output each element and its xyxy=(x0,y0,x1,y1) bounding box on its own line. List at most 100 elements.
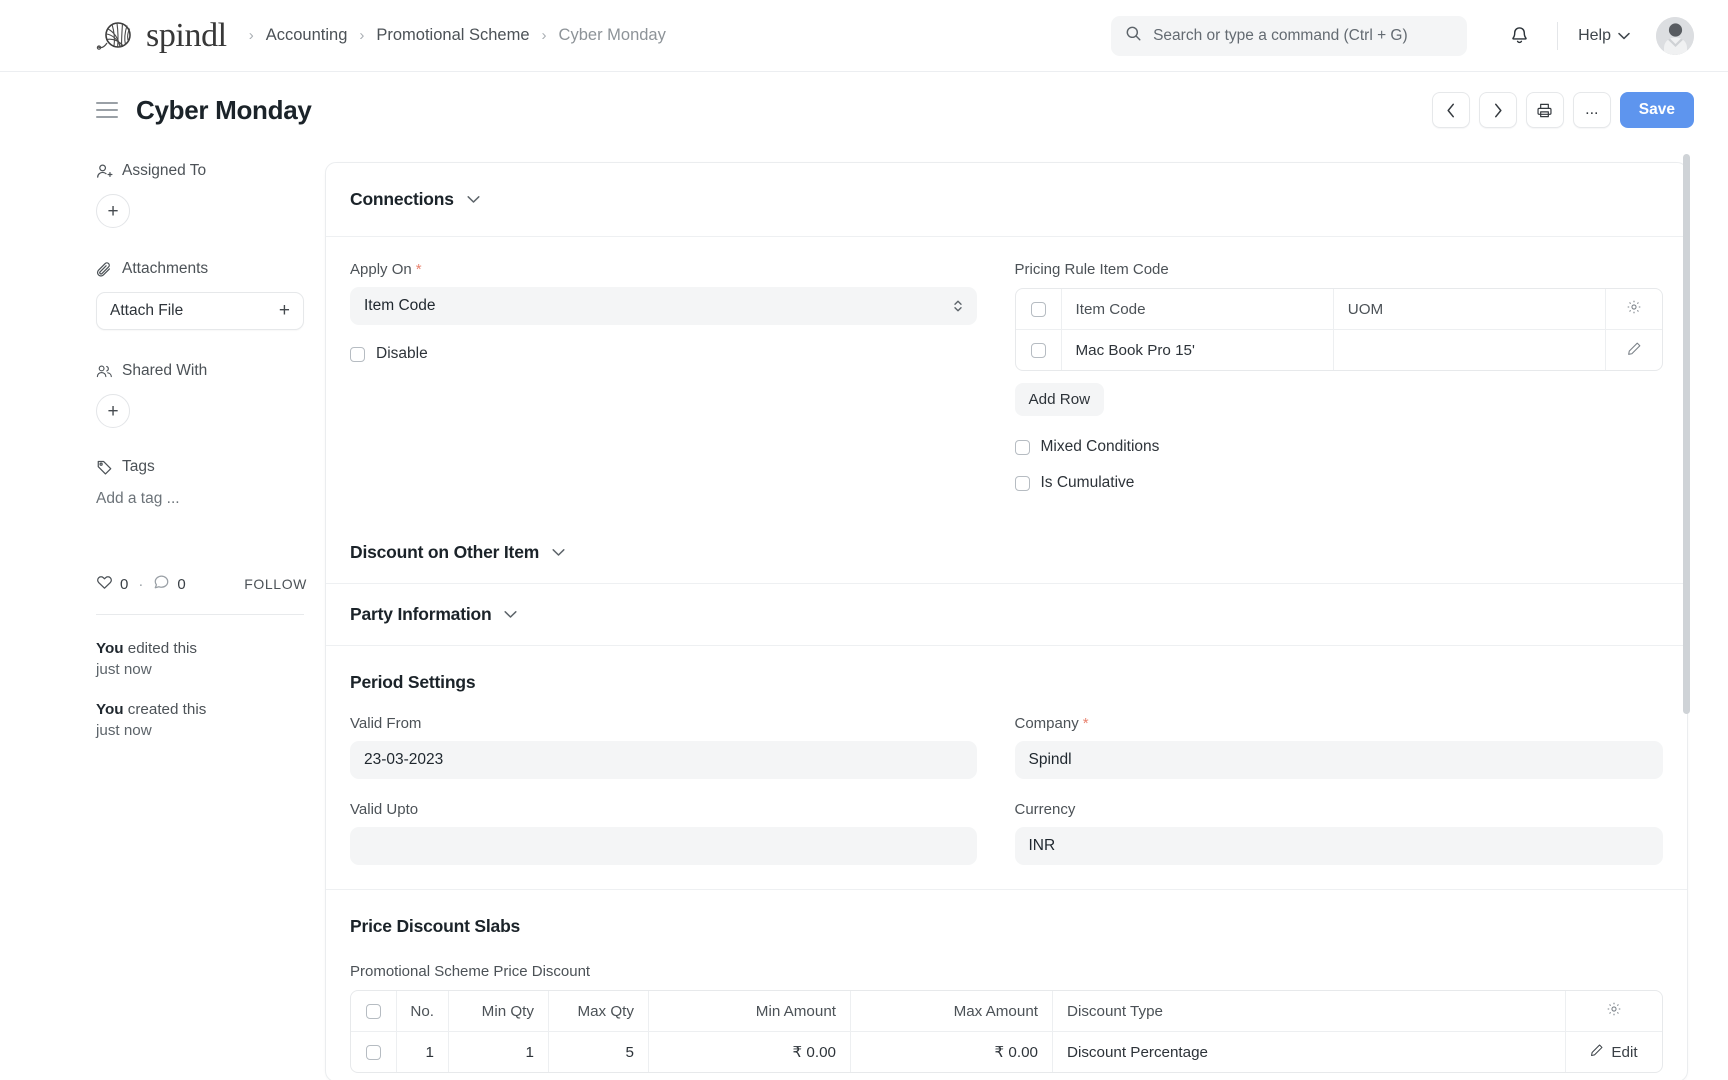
prev-button[interactable] xyxy=(1431,92,1470,128)
chevron-down-icon xyxy=(552,548,565,557)
activity-time: just now xyxy=(96,660,152,678)
is-cumulative-checkbox[interactable] xyxy=(1014,475,1030,491)
select-all-checkbox[interactable] xyxy=(1030,301,1046,317)
add-row-button[interactable]: Add Row xyxy=(1014,383,1105,416)
pricing-rule-item-code-label: Pricing Rule Item Code xyxy=(1014,261,1169,278)
table-header-row: No. Min Qty Max Qty Min Amount Max Amoun… xyxy=(351,991,1662,1031)
assigned-to-label: Assigned To xyxy=(96,162,325,180)
grid-settings-button[interactable] xyxy=(1566,991,1662,1031)
pencil-icon xyxy=(1590,1043,1604,1061)
add-tag-input[interactable]: Add a tag ... xyxy=(96,490,325,508)
scrollbar-thumb[interactable] xyxy=(1683,154,1690,714)
save-button[interactable]: Save xyxy=(1619,92,1694,128)
mixed-conditions-checkbox[interactable] xyxy=(1014,439,1030,455)
price-discount-grid: No. Min Qty Max Qty Min Amount Max Amoun… xyxy=(350,990,1663,1073)
valid-from-input[interactable]: 23-03-2023 xyxy=(350,741,977,779)
section-connections-header[interactable]: Connections xyxy=(326,163,1687,237)
paperclip-icon xyxy=(96,261,113,278)
company-input[interactable]: Spindl xyxy=(1014,741,1663,779)
disable-checkbox[interactable] xyxy=(350,346,365,362)
pricing-rule-item-code-grid: Item Code UOM Mac Book Pro 15' xyxy=(1014,288,1663,371)
gear-icon xyxy=(1626,299,1642,319)
cell-discount-type[interactable]: Discount Percentage xyxy=(1053,1032,1566,1072)
row-select-cell[interactable] xyxy=(351,1032,397,1072)
section-title-period-settings: Period Settings xyxy=(350,672,476,692)
form-card: Connections Apply On * Item Code Disable… xyxy=(325,162,1688,1080)
next-button[interactable] xyxy=(1478,92,1517,128)
row-edit-button[interactable]: Edit xyxy=(1566,1032,1662,1072)
column-header-no: No. xyxy=(397,991,449,1031)
page-scrollbar[interactable] xyxy=(1682,148,1690,1080)
cell-min-qty[interactable]: 1 xyxy=(449,1032,549,1072)
brand-logo[interactable]: spindl xyxy=(96,18,227,53)
table-row[interactable]: 1 1 5 ₹ 0.00 ₹ 0.00 Discount Percentage xyxy=(351,1031,1662,1072)
section-party-information[interactable]: Party Information xyxy=(326,584,1687,646)
like-count: 0 xyxy=(120,575,129,593)
is-cumulative-label: Is Cumulative xyxy=(1040,474,1135,491)
global-search[interactable] xyxy=(1111,15,1468,56)
select-all-checkbox[interactable] xyxy=(366,1003,381,1019)
comment-icon[interactable] xyxy=(153,574,170,594)
sidebar-toggle-icon[interactable] xyxy=(96,102,118,118)
cell-max-qty[interactable]: 5 xyxy=(549,1032,649,1072)
cell-item-code[interactable]: Mac Book Pro 15' xyxy=(1062,330,1334,370)
currency-input[interactable]: INR xyxy=(1014,827,1663,865)
print-icon[interactable] xyxy=(1525,92,1564,128)
row-edit-label: Edit xyxy=(1611,1043,1638,1061)
is-cumulative-row[interactable]: Is Cumulative xyxy=(1014,474,1664,492)
attach-file-button[interactable]: Attach File + xyxy=(96,292,304,330)
valid-upto-input[interactable] xyxy=(350,827,977,865)
column-header-uom: UOM xyxy=(1334,289,1606,329)
breadcrumb-item-accounting[interactable]: Accounting xyxy=(266,26,348,45)
tags-label: Tags xyxy=(96,458,325,476)
connections-left-column: Apply On * Item Code Disable xyxy=(350,261,1007,492)
avatar[interactable] xyxy=(1656,16,1694,55)
follow-button[interactable]: FOLLOW xyxy=(244,576,307,592)
like-icon[interactable] xyxy=(96,574,113,594)
section-price-discount-slabs: Price Discount Slabs Promotional Scheme … xyxy=(326,890,1687,1080)
row-select-cell[interactable] xyxy=(1016,330,1062,370)
breadcrumb-item-cyber-monday[interactable]: Cyber Monday xyxy=(559,26,666,45)
attachments-label: Attachments xyxy=(96,260,325,278)
sidebar-divider xyxy=(96,614,304,615)
user-plus-icon xyxy=(96,163,113,180)
grid-settings-button[interactable] xyxy=(1606,289,1662,329)
connections-right-column: Pricing Rule Item Code Item Code UOM Mac… xyxy=(1007,261,1664,492)
row-checkbox[interactable] xyxy=(366,1044,381,1060)
search-input[interactable] xyxy=(1153,26,1454,45)
cell-no: 1 xyxy=(397,1032,449,1072)
section-discount-on-other-item[interactable]: Discount on Other Item xyxy=(326,522,1687,584)
cell-uom[interactable] xyxy=(1334,330,1606,370)
section-title-connections: Connections xyxy=(350,189,454,209)
cell-min-amount[interactable]: ₹ 0.00 xyxy=(649,1032,851,1072)
apply-on-label: Apply On * xyxy=(350,261,977,278)
apply-on-select[interactable]: Item Code xyxy=(350,287,977,325)
row-checkbox[interactable] xyxy=(1030,342,1046,358)
select-all-cell[interactable] xyxy=(351,991,397,1031)
activity-feed: You edited this just now You created thi… xyxy=(96,639,325,741)
page-title: Cyber Monday xyxy=(136,94,312,125)
more-options-button[interactable]: ... xyxy=(1572,92,1611,128)
breadcrumb-separator: › xyxy=(359,27,365,44)
activity-action: edited this xyxy=(123,640,198,657)
activity-time: just now xyxy=(96,721,152,739)
mixed-conditions-row[interactable]: Mixed Conditions xyxy=(1014,438,1664,456)
add-share-button[interactable]: + xyxy=(96,394,130,428)
stats-separator: · xyxy=(138,575,144,593)
currency-label: Currency xyxy=(1014,801,1076,818)
disable-label: Disable xyxy=(376,345,428,362)
column-header-min-qty: Min Qty xyxy=(449,991,549,1031)
notification-bell-icon[interactable] xyxy=(1497,16,1541,56)
breadcrumb-item-promotional-scheme[interactable]: Promotional Scheme xyxy=(376,26,529,45)
activity-actor: You xyxy=(96,640,124,657)
disable-checkbox-row[interactable]: Disable xyxy=(350,345,977,363)
table-row[interactable]: Mac Book Pro 15' xyxy=(1015,329,1662,370)
help-menu[interactable]: Help xyxy=(1574,21,1634,51)
valid-from-group: Valid From 23-03-2023 xyxy=(350,715,977,779)
mixed-conditions-label: Mixed Conditions xyxy=(1040,438,1160,455)
cell-max-amount[interactable]: ₹ 0.00 xyxy=(851,1032,1053,1072)
select-all-cell[interactable] xyxy=(1016,289,1062,329)
row-edit-button[interactable] xyxy=(1606,330,1662,370)
tags-text: Tags xyxy=(122,458,155,475)
add-assignment-button[interactable]: + xyxy=(96,194,130,228)
